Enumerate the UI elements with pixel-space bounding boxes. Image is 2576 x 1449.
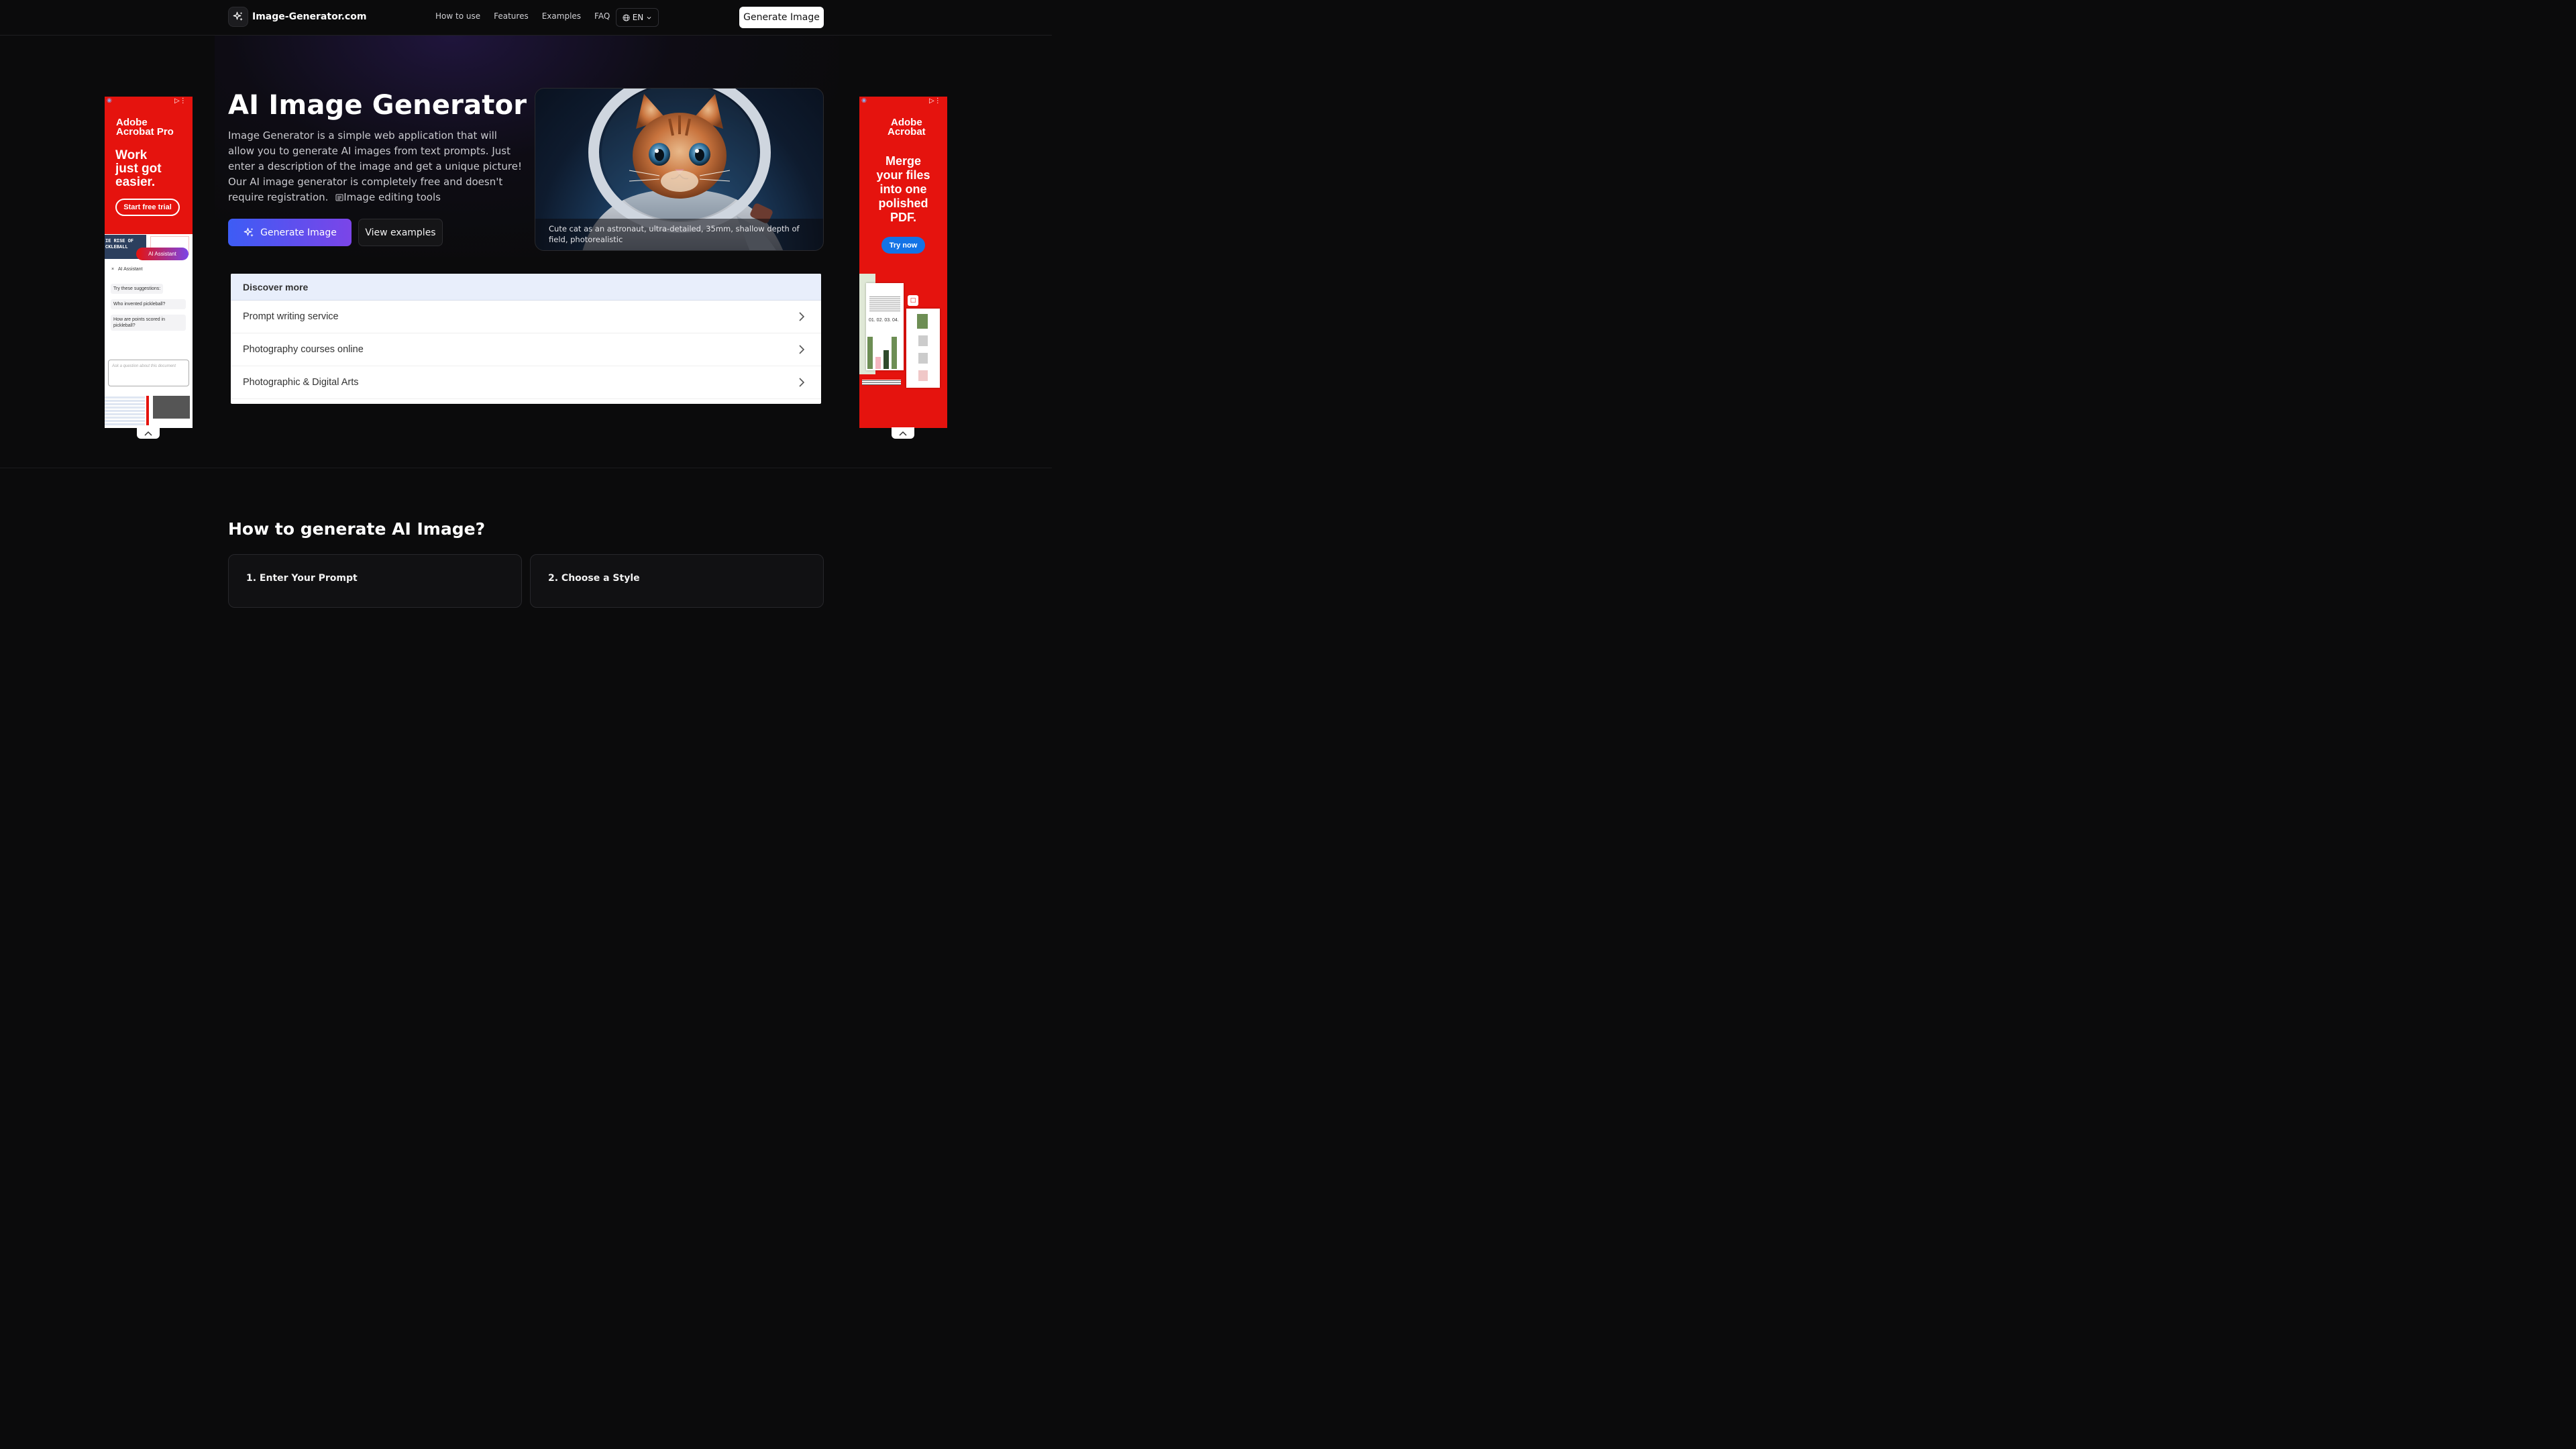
- chevron-up-icon: [899, 431, 907, 436]
- ad-document-mockup: 01. 02. 03. 04.: [866, 283, 904, 370]
- ad-suggestion-2[interactable]: How are points scored in pickleball?: [111, 315, 186, 331]
- ad-ai-assistant-badge[interactable]: AI Assistant: [136, 248, 189, 260]
- step-title: 1. Enter Your Prompt: [246, 573, 358, 584]
- comment-icon: □: [908, 295, 918, 306]
- ad-choices-icon[interactable]: ◉: [107, 97, 112, 104]
- step-title: 2. Choose a Style: [548, 573, 640, 584]
- ad-photo-thumbnail: [153, 396, 190, 419]
- hero-description: Image Generator is a simple web applicat…: [228, 128, 523, 205]
- language-selector[interactable]: EN: [616, 8, 659, 27]
- discover-item-photography-courses[interactable]: Photography courses online: [231, 333, 821, 366]
- page-title: AI Image Generator: [228, 90, 527, 121]
- hero-example-image: Cute cat as an astronaut, ultra-detailed…: [535, 88, 824, 251]
- language-label: EN: [632, 13, 644, 22]
- discover-more-panel: Discover more Prompt writing service Pho…: [231, 274, 821, 404]
- ad-info-icon[interactable]: ▷⋮: [929, 97, 941, 105]
- main-nav: How to use Features Examples FAQ: [435, 11, 610, 21]
- discover-item-digital-arts[interactable]: Photographic & Digital Arts: [231, 366, 821, 399]
- ad-suggestion-1[interactable]: Who invented pickleball?: [111, 299, 186, 309]
- ad-info-icon[interactable]: ▷⋮: [174, 97, 186, 105]
- ad-try-now-button[interactable]: Try now: [881, 237, 925, 254]
- site-logo[interactable]: Image-Generator.com: [228, 7, 366, 27]
- chevron-right-icon: [799, 378, 805, 387]
- right-advertisement[interactable]: ◉ ▷⋮ Adobe Acrobat Merge your files into…: [859, 97, 947, 428]
- ad-suggestions-title: Try these suggestions:: [111, 284, 164, 294]
- ad-headline: Work just got easier.: [115, 148, 162, 189]
- step-card-choose-style: 2. Choose a Style: [530, 554, 824, 608]
- left-ad-collapse-button[interactable]: [137, 427, 160, 439]
- tool-link-part-a: Image: [343, 191, 376, 203]
- ad-headline: Merge your files into one polished PDF.: [876, 154, 930, 224]
- discover-item-label: Photography courses online: [243, 344, 364, 355]
- ad-panel-title: × AI Assistant: [111, 267, 143, 272]
- top-navigation-bar: Image-Generator.com How to use Features …: [0, 0, 1052, 36]
- step-card-enter-prompt: 1. Enter Your Prompt: [228, 554, 522, 608]
- ad-spreadsheet-thumbnail: [105, 396, 145, 425]
- ad-choices-icon[interactable]: ◉: [861, 97, 867, 104]
- header-generate-image-button[interactable]: Generate Image: [739, 7, 824, 28]
- image-caption: Cute cat as an astronaut, ultra-detailed…: [535, 219, 823, 250]
- ad-document-sidebar: [906, 309, 940, 388]
- sparkle-logo-icon: [228, 7, 248, 27]
- nav-faq[interactable]: FAQ: [594, 11, 610, 21]
- how-to-section-title: How to generate AI Image?: [228, 519, 486, 539]
- hero-generate-image-button[interactable]: Generate Image: [228, 219, 352, 246]
- nav-how-to-use[interactable]: How to use: [435, 11, 480, 21]
- discover-item-label: Photographic & Digital Arts: [243, 377, 359, 388]
- discover-more-title: Discover more: [231, 274, 821, 301]
- site-name: Image-Generator.com: [252, 11, 367, 22]
- ad-start-trial-button[interactable]: Start free trial: [115, 199, 180, 216]
- nav-features[interactable]: Features: [494, 11, 529, 21]
- nav-examples[interactable]: Examples: [542, 11, 581, 21]
- globe-icon: [623, 13, 630, 21]
- discover-item-prompt-writing[interactable]: Prompt writing service: [231, 301, 821, 333]
- sparkle-icon: [244, 227, 254, 237]
- chevron-down-icon: [647, 16, 651, 19]
- ad-brand-name: Adobe Acrobat: [888, 117, 926, 138]
- ad-brand-name: Adobe Acrobat Pro: [116, 117, 174, 138]
- left-advertisement[interactable]: ◉ ▷⋮ Adobe Acrobat Pro Work just got eas…: [105, 97, 193, 428]
- ad-doc-footer-lines: [862, 380, 901, 385]
- ad-question-input[interactable]: Ask a question about this document: [108, 360, 189, 386]
- discover-item-label: Prompt writing service: [243, 311, 339, 322]
- hero-generate-label: Generate Image: [260, 227, 337, 238]
- chevron-right-icon: [799, 345, 805, 354]
- image-editing-tools-link[interactable]: Image editing tools: [331, 191, 441, 203]
- chevron-up-icon: [144, 431, 152, 436]
- chevron-right-icon: [799, 312, 805, 321]
- view-examples-button[interactable]: View examples: [358, 219, 443, 246]
- tool-link-part-b: editing tools: [378, 191, 441, 203]
- right-ad-collapse-button[interactable]: [892, 427, 914, 439]
- ad-doc-label: 01. 02. 03. 04.: [869, 318, 899, 323]
- ad-red-stripe: [146, 396, 149, 425]
- document-icon: [335, 194, 343, 201]
